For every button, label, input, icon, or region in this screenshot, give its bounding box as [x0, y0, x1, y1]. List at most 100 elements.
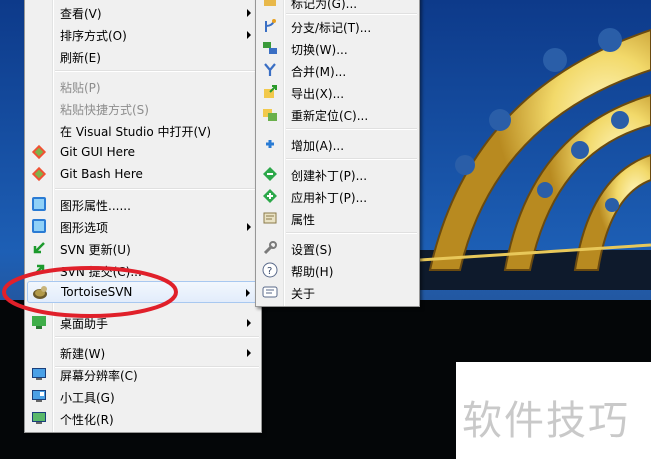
help-icon: ? — [262, 262, 278, 278]
menu-item-about[interactable]: 关于 — [258, 281, 417, 303]
create-patch-icon — [262, 166, 278, 182]
submenu-arrow-icon — [247, 31, 251, 39]
watermark: 软件技巧 — [456, 362, 651, 459]
menu-item-merge[interactable]: 合并(M)... — [258, 59, 417, 81]
menu-item-paste[interactable]: 粘贴(P) — [27, 75, 259, 97]
menu-item-screen-resolution[interactable]: 屏幕分辨率(C) — [27, 363, 259, 385]
menu-item-new[interactable]: 新建(W) — [27, 341, 259, 363]
menu-item-label: 新建(W) — [60, 347, 106, 361]
menu-item-label: 粘贴(P) — [60, 81, 101, 95]
menu-item-label: 导出(X)... — [291, 87, 345, 101]
gadgets-icon — [31, 388, 47, 404]
git-icon — [31, 166, 47, 182]
menu-item-label: 切换(W)... — [291, 43, 348, 57]
menu-item-switch[interactable]: 切换(W)... — [258, 37, 417, 59]
menu-item-git-gui[interactable]: Git GUI Here — [27, 141, 259, 163]
submenu-arrow-icon — [247, 349, 251, 357]
menu-item-view[interactable]: 查看(V) — [27, 1, 259, 23]
about-icon — [262, 284, 278, 300]
menu-item-label: TortoiseSVN — [61, 285, 133, 299]
menu-item-create-patch[interactable]: 创建补丁(P)... — [258, 163, 417, 185]
menu-item-label: 应用补丁(P)... — [291, 191, 368, 205]
menu-separator — [55, 336, 259, 338]
menu-item-label: 屏幕分辨率(C) — [60, 369, 138, 383]
menu-item-label: 关于 — [291, 287, 316, 301]
menu-item-label: 标记为(G)... — [291, 0, 358, 11]
menu-item-paste-shortcut[interactable]: 粘贴快捷方式(S) — [27, 97, 259, 119]
menu-item-apply-patch[interactable]: 应用补丁(P)... — [258, 185, 417, 207]
menu-item-label: 合并(M)... — [291, 65, 347, 79]
svn-update-icon — [31, 240, 47, 256]
menu-item-help[interactable]: ? 帮助(H) — [258, 259, 417, 281]
menu-item-label: 帮助(H) — [291, 265, 334, 279]
add-icon — [262, 136, 278, 152]
menu-item-label: 在 Visual Studio 中打开(V) — [60, 125, 212, 139]
menu-separator — [286, 158, 417, 160]
menu-item-label: 属性 — [291, 213, 316, 227]
submenu-arrow-icon — [247, 9, 251, 17]
menu-item-gadgets[interactable]: 小工具(G) — [27, 385, 259, 407]
desktop-context-menu: 查看(V) 排序方式(O) 刷新(E) 粘贴(P) 粘贴快捷方式(S) 在 Vi… — [24, 0, 262, 433]
intel-graphics-icon — [31, 196, 47, 212]
menu-item-settings[interactable]: 设置(S) — [258, 237, 417, 259]
menu-item-label: 重新定位(C)... — [291, 109, 369, 123]
menu-item-label: 个性化(R) — [60, 413, 114, 427]
menu-item-properties[interactable]: 属性 — [258, 207, 417, 229]
menu-item-label: 小工具(G) — [60, 391, 115, 405]
svn-commit-icon — [31, 262, 47, 278]
menu-item-open-in-visual-studio[interactable]: 在 Visual Studio 中打开(V) — [27, 119, 259, 141]
submenu-arrow-icon — [246, 289, 250, 297]
relocate-icon — [262, 106, 278, 122]
tag-icon — [262, 0, 278, 10]
properties-icon — [262, 210, 278, 226]
menu-separator — [55, 188, 259, 190]
tortoisesvn-submenu: 标记为(G)... 分支/标记(T)... 切换(W)... 合并(M)... … — [255, 0, 420, 307]
desktop-assistant-icon — [31, 314, 47, 330]
menu-item-graphics-options[interactable]: 图形选项 — [27, 215, 259, 237]
menu-item-export[interactable]: 导出(X)... — [258, 81, 417, 103]
menu-item-label: 排序方式(O) — [60, 29, 127, 43]
menu-item-label: Git Bash Here — [60, 167, 143, 181]
merge-icon — [262, 62, 278, 78]
menu-item-label: Git GUI Here — [60, 145, 136, 159]
menu-item-personalize[interactable]: 个性化(R) — [27, 407, 259, 429]
menu-item-label: 图形属性...... — [60, 199, 131, 213]
menu-item-refresh[interactable]: 刷新(E) — [27, 45, 259, 67]
menu-item-label: SVN 提交(C)... — [60, 265, 142, 279]
submenu-arrow-icon — [247, 223, 251, 231]
menu-item-svn-commit[interactable]: SVN 提交(C)... — [27, 259, 259, 281]
menu-item-svn-update[interactable]: SVN 更新(U) — [27, 237, 259, 259]
menu-item-branch-tag[interactable]: 分支/标记(T)... — [258, 15, 417, 37]
tortoisesvn-icon — [32, 284, 48, 300]
menu-separator — [55, 70, 259, 72]
menu-item-git-bash[interactable]: Git Bash Here — [27, 163, 259, 185]
submenu-arrow-icon — [247, 319, 251, 327]
menu-item-label: 桌面助手 — [60, 317, 109, 331]
menu-item-label: 分支/标记(T)... — [291, 21, 372, 35]
menu-item-label: 创建补丁(P)... — [291, 169, 368, 183]
menu-item-label: 增加(A)... — [291, 139, 345, 153]
menu-item-tortoisesvn[interactable]: TortoiseSVN — [27, 281, 259, 303]
menu-item-sort-by[interactable]: 排序方式(O) — [27, 23, 259, 45]
svg-text:?: ? — [267, 266, 272, 277]
menu-item-label: SVN 更新(U) — [60, 243, 131, 257]
menu-item-add[interactable]: 增加(A)... — [258, 133, 417, 155]
menu-separator — [286, 232, 417, 234]
menu-item-label: 刷新(E) — [60, 51, 101, 65]
menu-item-label: 粘贴快捷方式(S) — [60, 103, 149, 117]
switch-icon — [262, 40, 278, 56]
menu-item-relocate[interactable]: 重新定位(C)... — [258, 103, 417, 125]
menu-item-label: 设置(S) — [291, 243, 332, 257]
apply-patch-icon — [262, 188, 278, 204]
export-icon — [262, 84, 278, 100]
menu-item-label: 查看(V) — [60, 7, 102, 21]
git-icon — [31, 144, 47, 160]
menu-item-graphics-properties[interactable]: 图形属性...... — [27, 193, 259, 215]
wrench-icon — [262, 240, 278, 256]
menu-separator — [286, 128, 417, 130]
branch-icon — [262, 18, 278, 34]
menu-item-label-as[interactable]: 标记为(G)... — [258, 0, 417, 13]
menu-item-desktop-assistant[interactable]: 桌面助手 — [27, 311, 259, 333]
monitor-icon — [31, 366, 47, 382]
watermark-text: 软件技巧 — [462, 398, 630, 444]
